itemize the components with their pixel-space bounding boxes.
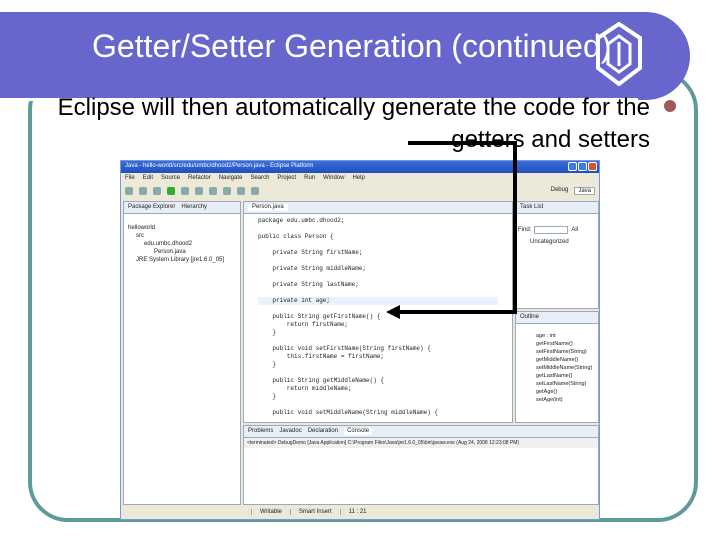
callout-arrow [386, 141, 517, 319]
